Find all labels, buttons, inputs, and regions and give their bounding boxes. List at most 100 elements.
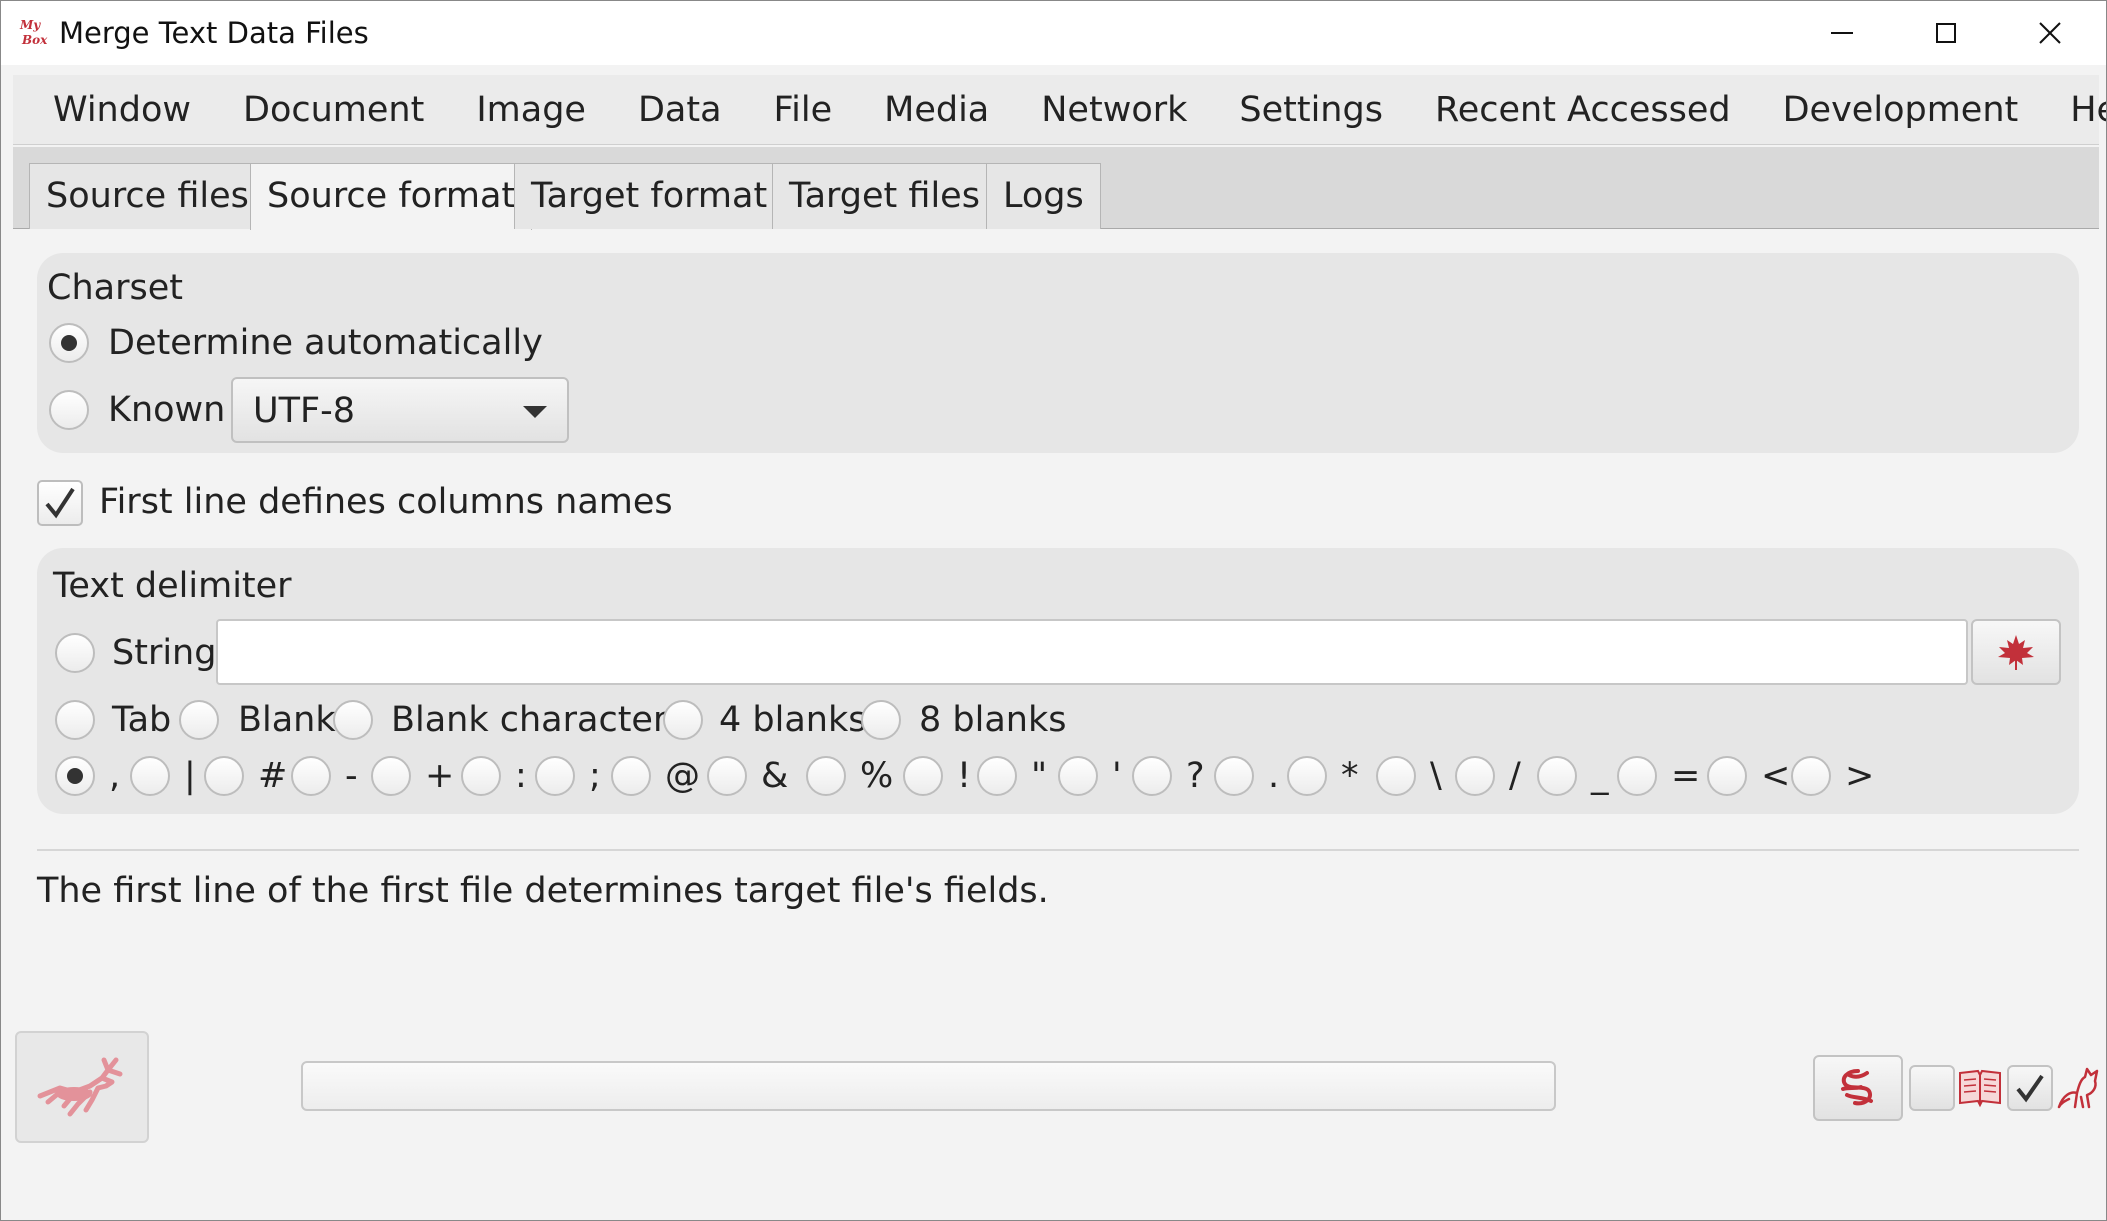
book-icon: [1959, 1069, 2001, 1108]
menu-window[interactable]: Window: [27, 75, 217, 145]
delimiter-symbol-radio[interactable]: [977, 756, 1017, 796]
delimiter-4-blanks-radio[interactable]: [663, 700, 703, 740]
menu-recent-accessed[interactable]: Recent Accessed: [1409, 75, 1757, 145]
tab-source-format[interactable]: Source format: [250, 163, 533, 230]
swirl-icon: [1841, 1069, 1873, 1106]
svg-text:Box: Box: [21, 33, 48, 47]
delimiter-symbol-label: &: [761, 756, 789, 796]
delimiter-symbol-label: @: [665, 756, 700, 796]
tab-logs[interactable]: Logs: [986, 163, 1101, 229]
delimiter-symbol-label: \: [1430, 756, 1442, 796]
cat-icon: [2057, 1067, 2099, 1109]
checkmark-icon: [45, 487, 75, 519]
delimiter-symbol-label: -: [345, 756, 358, 796]
tab-target-files[interactable]: Target files: [772, 163, 997, 229]
delimiter-symbol-radio[interactable]: [204, 756, 244, 796]
delimiter-string-input[interactable]: [216, 619, 1968, 685]
swirl-button[interactable]: [1813, 1055, 1903, 1121]
delimiter-symbol-radio[interactable]: [1707, 756, 1747, 796]
delimiter-symbol-radio[interactable]: [1058, 756, 1098, 796]
delimiter-symbol-radio[interactable]: [1376, 756, 1416, 796]
delimiter-symbol-radio[interactable]: [707, 756, 747, 796]
title-bar: My Box Merge Text Data Files: [1, 1, 2106, 65]
delimiter-symbol-label: %: [860, 756, 894, 796]
maple-leaf-icon: [1998, 635, 2034, 670]
menu-media[interactable]: Media: [858, 75, 1015, 145]
first-line-checkbox[interactable]: [37, 480, 83, 526]
app-logo-icon: My Box: [19, 17, 51, 49]
delimiter-string-radio[interactable]: [55, 633, 95, 673]
charset-known-radio[interactable]: [49, 390, 89, 430]
minimize-icon: [1831, 32, 1853, 34]
info-text: The first line of the first file determi…: [37, 871, 1049, 911]
menu-development[interactable]: Development: [1757, 75, 2045, 145]
confirm-button[interactable]: [2007, 1065, 2053, 1111]
svg-text:My: My: [19, 18, 41, 32]
delimiter-symbol-radio[interactable]: [806, 756, 846, 796]
delimiter-symbol-radio[interactable]: [903, 756, 943, 796]
cat-button[interactable]: [2055, 1065, 2101, 1111]
delimiter-symbol-label: =: [1671, 756, 1701, 796]
delimiter-symbol-radio[interactable]: [291, 756, 331, 796]
delimiter-symbol-label: <: [1761, 756, 1791, 796]
menu-data[interactable]: Data: [612, 75, 748, 145]
text-delimiter-title: Text delimiter: [53, 566, 292, 606]
delimiter-symbol-radio[interactable]: [611, 756, 651, 796]
menu-image[interactable]: Image: [450, 75, 612, 145]
app-window: My Box Merge Text Data Files Window Docu…: [0, 0, 2107, 1221]
delimiter-symbol-radio[interactable]: [1617, 756, 1657, 796]
delimiter-tab-label: Tab: [112, 700, 172, 740]
delimiter-blank-label: Blank: [238, 700, 336, 740]
delimiter-symbol-radio[interactable]: [1287, 756, 1327, 796]
delimiter-symbol-label: #: [258, 756, 288, 796]
charset-select[interactable]: UTF-8: [231, 377, 569, 443]
checkmark-icon: [2016, 1074, 2044, 1103]
blank-button[interactable]: [1909, 1065, 1955, 1111]
delimiter-blank-radio[interactable]: [179, 700, 219, 740]
minimize-button[interactable]: [1797, 9, 1887, 57]
menu-file[interactable]: File: [748, 75, 859, 145]
delimiter-symbol-radio[interactable]: [1132, 756, 1172, 796]
maximize-icon: [1936, 23, 1956, 43]
delimiter-symbol-radio[interactable]: [55, 756, 95, 796]
delimiter-tab-radio[interactable]: [55, 700, 95, 740]
delimiter-symbol-radio[interactable]: [1455, 756, 1495, 796]
tab-target-format[interactable]: Target format: [514, 163, 785, 229]
delimiter-symbol-label: _: [1591, 756, 1609, 796]
menu-settings[interactable]: Settings: [1213, 75, 1409, 145]
charset-auto-radio[interactable]: [49, 323, 89, 363]
delimiter-symbol-radio[interactable]: [371, 756, 411, 796]
delimiter-symbol-radio[interactable]: [1214, 756, 1254, 796]
delimiter-symbol-radio[interactable]: [535, 756, 575, 796]
maximize-button[interactable]: [1901, 9, 1991, 57]
delimiter-symbol-radio[interactable]: [1537, 756, 1577, 796]
delimiter-blank-characters-radio[interactable]: [333, 700, 373, 740]
menu-document[interactable]: Document: [217, 75, 450, 145]
delimiter-string-label: String: [112, 633, 217, 673]
start-button[interactable]: [15, 1031, 149, 1143]
manual-button[interactable]: [1957, 1067, 2003, 1109]
deer-icon: [37, 1057, 123, 1117]
delimiter-symbol-label: ;: [589, 756, 601, 796]
delimiter-4-blanks-label: 4 blanks: [719, 700, 867, 740]
charset-title: Charset: [47, 268, 183, 308]
delimiter-symbol-radio[interactable]: [130, 756, 170, 796]
delimiter-symbol-label: .: [1268, 756, 1280, 796]
separator: [37, 849, 2079, 851]
menu-network[interactable]: Network: [1015, 75, 1213, 145]
delimiter-8-blanks-radio[interactable]: [861, 700, 901, 740]
delimiter-symbol-label: +: [425, 756, 455, 796]
tab-source-files[interactable]: Source files: [29, 163, 266, 229]
delimiter-symbol-label: :: [515, 756, 527, 796]
delimiter-symbol-label: /: [1509, 756, 1521, 796]
delimiter-8-blanks-label: 8 blanks: [919, 700, 1067, 740]
delimiter-symbol-radio[interactable]: [461, 756, 501, 796]
close-button[interactable]: [2005, 9, 2095, 57]
delimiter-string-button[interactable]: [1971, 619, 2061, 685]
charset-auto-label: Determine automatically: [108, 323, 543, 363]
delimiter-symbol-radio[interactable]: [1791, 756, 1831, 796]
delimiter-symbol-label: ,: [109, 756, 121, 796]
delimiter-symbol-label: ': [1112, 756, 1122, 796]
close-icon: [2039, 22, 2061, 44]
menu-help[interactable]: Help: [2044, 75, 2106, 145]
